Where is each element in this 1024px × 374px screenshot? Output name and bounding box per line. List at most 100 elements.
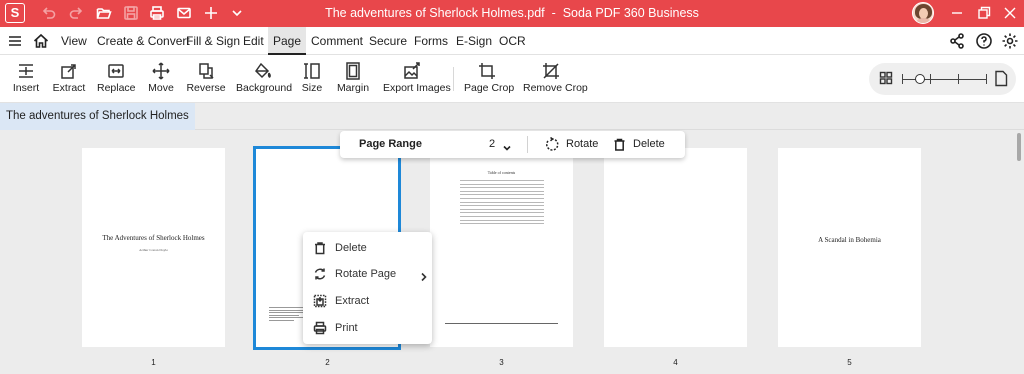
toolbar-divider	[453, 67, 454, 91]
page-5-title: A Scandal in Bohemia	[818, 236, 881, 244]
margin-icon	[343, 61, 363, 81]
menu-forms[interactable]: Forms	[414, 27, 448, 55]
page-3-footer-rule	[445, 323, 558, 324]
page-3-title: Table of contents	[487, 170, 516, 175]
export-images-button[interactable]: Export Images	[383, 55, 451, 103]
menu-bar: View Create & Convert Fill & Sign Edit P…	[0, 27, 1024, 55]
page-3-toc-lines	[460, 180, 544, 227]
context-menu-extract[interactable]: Extract	[303, 288, 432, 314]
document-tab-strip: The adventures of Sherlock Holmes	[0, 103, 1024, 130]
zoom-slider-tick	[902, 74, 903, 84]
margin-button[interactable]: Margin	[336, 55, 370, 103]
background-button[interactable]: Background	[236, 55, 292, 103]
minimize-icon[interactable]	[948, 4, 966, 22]
rotate-button[interactable]: Rotate	[545, 131, 605, 158]
page-number-3: 3	[499, 358, 504, 367]
page-1-title: The Adventures of Sherlock Holmes	[102, 234, 205, 242]
grid-view-icon[interactable]	[879, 71, 893, 85]
home-icon[interactable]	[32, 32, 50, 50]
restore-icon[interactable]	[975, 4, 993, 22]
page-range-toolbar: Page Range 2 Rotate Delete	[340, 131, 685, 158]
page-number-1: 1	[151, 358, 156, 367]
trash-icon	[315, 242, 325, 255]
move-button[interactable]: Move	[145, 55, 177, 103]
delete-button[interactable]: Delete	[612, 131, 672, 158]
help-icon[interactable]	[975, 32, 993, 50]
zoom-slider-knob[interactable]	[915, 74, 925, 84]
page-thumbnail-4[interactable]	[604, 148, 747, 347]
redo-icon[interactable]	[67, 4, 85, 22]
page-range-label: Page Range	[359, 138, 422, 150]
zoom-slider-tick	[958, 74, 959, 84]
user-avatar[interactable]	[912, 2, 934, 24]
page-number-2: 2	[325, 358, 330, 367]
trash-icon	[614, 138, 625, 151]
document-tab[interactable]: The adventures of Sherlock Holmes	[0, 103, 195, 130]
undo-icon[interactable]	[40, 4, 58, 22]
remove-crop-button[interactable]: Remove Crop	[523, 55, 588, 103]
remove-crop-icon	[541, 61, 561, 81]
extract-icon	[59, 61, 79, 81]
menu-fill-sign[interactable]: Fill & Sign	[186, 27, 240, 55]
paint-bucket-icon	[253, 61, 273, 81]
context-menu-delete[interactable]: Delete	[303, 235, 432, 261]
window-title-separator: -	[551, 6, 556, 20]
replace-button[interactable]: Replace	[97, 55, 136, 103]
print-icon[interactable]	[148, 4, 166, 22]
extract-page-icon	[313, 294, 327, 308]
menu-page[interactable]: Page	[268, 27, 307, 55]
menu-comment[interactable]: Comment	[311, 27, 363, 55]
vertical-scrollbar[interactable]	[1017, 133, 1021, 161]
chevron-down-icon[interactable]	[228, 4, 246, 22]
reverse-button[interactable]: Reverse	[186, 55, 226, 103]
zoom-control	[869, 63, 1016, 95]
context-menu-print[interactable]: Print	[303, 315, 432, 341]
menu-ocr[interactable]: OCR	[499, 27, 526, 55]
chevron-right-icon	[419, 269, 428, 282]
extract-button[interactable]: Extract	[51, 55, 87, 103]
settings-gear-icon[interactable]	[1001, 32, 1019, 50]
insert-icon	[16, 61, 36, 81]
insert-button[interactable]: Insert	[8, 55, 44, 103]
range-bar-divider	[527, 136, 528, 153]
window-title-app: Soda PDF 360 Business	[562, 6, 699, 20]
page-number-5: 5	[847, 358, 852, 367]
hamburger-menu-icon[interactable]	[6, 32, 24, 50]
page-number-4: 4	[673, 358, 678, 367]
page-1-subtitle: Arthur Conan Doyle	[139, 248, 168, 252]
page-context-menu: Delete Rotate Page Extract Print	[303, 232, 432, 344]
plus-icon[interactable]	[202, 4, 220, 22]
move-arrows-icon	[151, 61, 171, 81]
replace-icon	[106, 61, 126, 81]
single-page-view-icon[interactable]	[994, 70, 1008, 87]
rotate-label: Rotate	[566, 138, 599, 150]
page-crop-button[interactable]: Page Crop	[464, 55, 514, 103]
title-bar: S The adventures of Sherlock Holmes.pdf …	[0, 0, 1024, 27]
size-button[interactable]: Size	[299, 55, 325, 103]
share-icon[interactable]	[948, 32, 966, 50]
crop-icon	[477, 61, 497, 81]
menu-secure[interactable]: Secure	[369, 27, 407, 55]
menu-edit[interactable]: Edit	[243, 27, 264, 55]
zoom-slider-tick	[930, 74, 931, 84]
print-icon	[313, 321, 327, 335]
size-icon	[302, 61, 322, 81]
context-menu-rotate-page[interactable]: Rotate Page	[303, 261, 432, 287]
menu-create-convert[interactable]: Create & Convert	[97, 27, 190, 55]
chevron-down-icon[interactable]	[502, 140, 512, 151]
menu-view[interactable]: View	[61, 27, 87, 55]
page-range-select[interactable]: 2	[489, 131, 495, 158]
window-title-file: The adventures of Sherlock Holmes.pdf	[325, 6, 545, 20]
app-logo[interactable]: S	[5, 3, 25, 23]
page-toolbar: Insert Extract Replace Move Reverse Back…	[0, 55, 1024, 103]
menu-esign[interactable]: E-Sign	[456, 27, 492, 55]
rotate-page-icon	[314, 268, 326, 280]
folder-open-icon[interactable]	[95, 4, 113, 22]
close-icon[interactable]	[1001, 4, 1019, 22]
rotate-icon	[546, 137, 559, 151]
page-thumbnail-3[interactable]: Table of contents	[430, 148, 573, 347]
page-thumbnail-1[interactable]: The Adventures of Sherlock Holmes Arthur…	[82, 148, 225, 347]
save-icon[interactable]	[122, 4, 140, 22]
mail-icon[interactable]	[175, 4, 193, 22]
page-thumbnail-5[interactable]: A Scandal in Bohemia	[778, 148, 921, 347]
